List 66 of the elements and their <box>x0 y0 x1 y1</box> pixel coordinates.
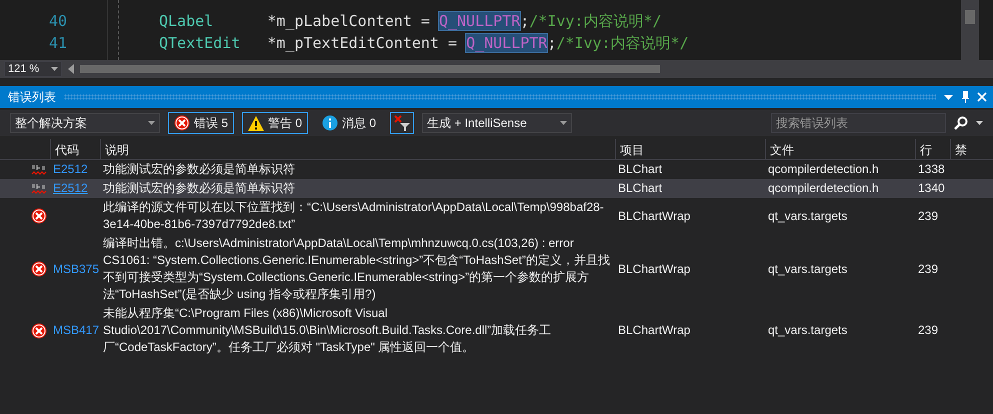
filter-icon <box>394 115 410 131</box>
caret-icon[interactable] <box>976 121 983 125</box>
column-header[interactable]: 说明 <box>100 139 615 159</box>
source-dropdown[interactable]: 生成 + IntelliSense <box>422 113 572 133</box>
info-icon <box>322 115 338 131</box>
error-icon <box>174 115 190 131</box>
warning-filter-button[interactable]: 警告 0 <box>242 112 308 134</box>
table-row[interactable]: E2512 功能测试宏的参数必须是简单标识符 BLChart qcompilerdetection.h 1340 <box>0 179 993 198</box>
column-header[interactable]: 禁 <box>950 139 993 159</box>
table-row[interactable]: 此编译的源文件可以在以下位置找到：“C:\Users\Administrator\AppData\Local\Temp\998baf28-3e14-40be-81b6-7397d7792de8.txt” BLChartWrap qt_vars.targets 239 <box>0 198 993 234</box>
caret-icon <box>148 121 155 125</box>
code-line: QLabel *m_pLabelContent = Q_NULLPTR;/*Ivy:内容说明*/ <box>159 11 663 32</box>
warning-icon <box>248 116 264 130</box>
error-code-link[interactable]: E2512 <box>53 161 88 178</box>
description-cell-text: 功能测试宏的参数必须是简单标识符 <box>102 180 296 197</box>
error-code-link[interactable]: E2512 <box>53 180 88 197</box>
project-cell-text: BLChartWrap <box>617 260 692 278</box>
scroll-left-icon[interactable] <box>68 64 74 74</box>
project-cell-text: BLChart <box>617 180 664 197</box>
filter-toggle-button[interactable] <box>390 112 414 134</box>
table-row[interactable]: E2512 功能测试宏的参数必须是简单标识符 BLChart qcompilerdetection.h 1338 <box>0 160 993 179</box>
dropdown-icon[interactable] <box>944 94 953 100</box>
error-filter-button[interactable]: 错误 5 <box>168 112 234 134</box>
error-icon <box>31 322 47 338</box>
search-icon[interactable] <box>954 116 968 130</box>
scope-dropdown[interactable]: 整个解决方案 <box>10 113 160 133</box>
file-cell-text: qt_vars.targets <box>767 208 848 224</box>
line-cell-text: 239 <box>917 260 940 278</box>
column-header[interactable]: 行 <box>915 139 950 159</box>
spelling-squiggle-icon <box>31 182 47 194</box>
scrollbar-thumb[interactable] <box>80 65 660 73</box>
column-header[interactable]: 项目 <box>615 139 765 159</box>
code-line: QTextEdit *m_pTextEditContent = Q_NULLPTR;/*Ivy:内容说明*/ <box>159 33 690 54</box>
file-cell-text: qt_vars.targets <box>767 260 848 278</box>
line-cell-text: 1340 <box>917 180 946 197</box>
error-code-link[interactable]: MSB417 <box>53 322 100 339</box>
description-cell-text: 功能测试宏的参数必须是简单标识符 <box>102 161 296 178</box>
file-cell-text: qcompilerdetection.h <box>767 161 880 178</box>
description-cell-text: 未能从程序集“C:\Program Files (x86)\Microsoft Visual Studio\2017\Community\MSBuild\15.0\Bin\Microsoft.Build.Tasks.Core.dll”加载任务工厂“CodeTaskFactory”。任务工厂必须对 "TaskType" 属性返回一个值。 <box>102 305 552 356</box>
line-cell-text: 1338 <box>917 161 946 178</box>
caret-icon <box>560 121 568 125</box>
line-cell-text: 239 <box>917 322 940 339</box>
close-icon[interactable] <box>977 92 987 102</box>
pin-icon[interactable] <box>961 91 969 103</box>
error-code-link[interactable]: MSB375 <box>53 260 100 278</box>
error-icon <box>31 208 47 224</box>
search-field[interactable]: 搜索错误列表 <box>771 113 946 133</box>
file-cell-text: qcompilerdetection.h <box>767 180 880 197</box>
project-cell-text: BLChart <box>617 161 664 178</box>
scrollbar-thumb[interactable] <box>965 10 975 24</box>
zoom-dropdown[interactable]: 121 % <box>4 61 62 77</box>
file-cell-text: qt_vars.targets <box>767 322 848 339</box>
panel-title: 错误列表 <box>8 89 56 106</box>
line-cell-text: 239 <box>917 208 940 224</box>
error-icon <box>31 261 47 277</box>
column-header[interactable]: 代码 <box>50 139 100 159</box>
project-cell-text: BLChartWrap <box>617 208 692 224</box>
caret-icon <box>51 67 58 71</box>
description-cell-text: 编译时出错。c:\Users\Administrator\AppData\Local\Temp\mhnzuwcq.0.cs(103,26) : error CS1061: “System.Collections.Generic.IEnumerable<string>”不包含“ToHashSet”的定义，并且找不到可接受类型为“System.Collections.Generic.IEnumerable<string>”的第一个参数的扩展方法“ToHashSet”(是否缺少 using 指令或程序集引用?) <box>102 235 611 303</box>
spelling-squiggle-icon <box>31 164 47 176</box>
project-cell-text: BLChartWrap <box>617 322 692 339</box>
line-number: 41 <box>48 33 68 54</box>
info-filter-button[interactable]: 消息 0 <box>316 112 382 134</box>
column-header[interactable]: 文件 <box>765 139 915 159</box>
line-number: 40 <box>48 11 68 32</box>
description-cell-text: 此编译的源文件可以在以下位置找到：“C:\Users\Administrator\AppData\Local\Temp\998baf28-3e14-40be-81b6-7397d7792de8.txt” <box>102 199 605 233</box>
